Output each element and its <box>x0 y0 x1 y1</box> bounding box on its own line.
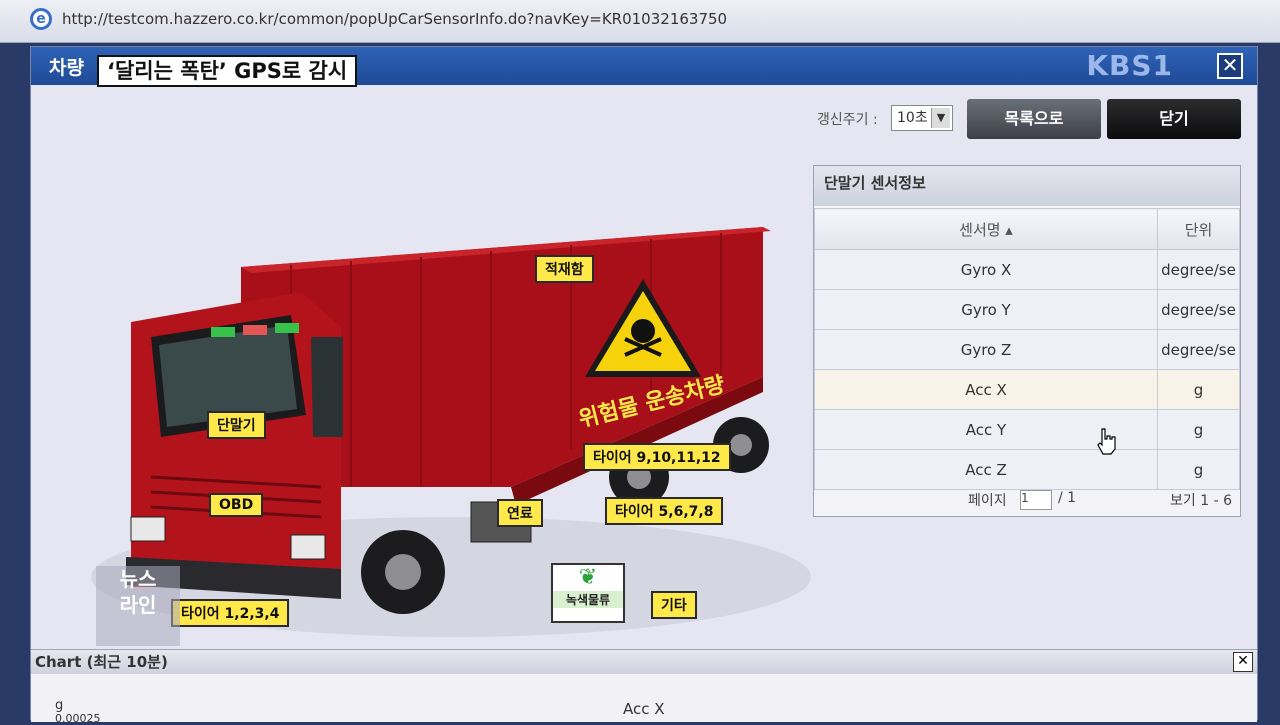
table-row[interactable]: Gyro Zdegree/se <box>814 329 1240 370</box>
label-cargo[interactable]: 적재함 <box>535 255 594 283</box>
truck-graphic: 위험물 운송차량 <box>91 227 811 637</box>
refresh-interval-select[interactable]: 10초 ▼ <box>891 105 953 131</box>
table-row[interactable]: Acc Xg <box>814 369 1240 410</box>
label-other[interactable]: 기타 <box>651 591 697 619</box>
label-tire-5-8[interactable]: 타이어 5,6,7,8 <box>605 497 724 525</box>
table-row[interactable]: Gyro Ydegree/se <box>814 289 1240 330</box>
sensor-table: 센서명 ▴ 단위 Gyro Xdegree/se Gyro Ydegree/se… <box>814 208 1240 490</box>
sensor-unit: degree/se <box>1157 249 1240 290</box>
news-watermark: 뉴스 라인 <box>96 566 180 646</box>
view-range: 보기 1 - 6 <box>1170 493 1232 509</box>
label-tire-9-12[interactable]: 타이어 9,10,11,12 <box>583 443 731 471</box>
watermark-line2: 라인 <box>119 593 157 617</box>
watermark-line1: 뉴스 <box>119 567 157 591</box>
close-button[interactable]: 닫기 <box>1107 99 1241 139</box>
chart-y-unit: g <box>55 698 64 713</box>
sensor-unit: g <box>1157 409 1240 450</box>
hand-cursor-icon <box>1095 427 1117 459</box>
refresh-interval-label: 갱신주기 : <box>817 112 878 128</box>
chart-title: Acc X <box>623 700 665 718</box>
sensor-unit: g <box>1157 369 1240 410</box>
url-field[interactable]: http://testcom.hazzero.co.kr/common/popU… <box>62 10 727 28</box>
chart-close-button[interactable]: ✕ <box>1233 652 1253 672</box>
browser-address-bar: e http://testcom.hazzero.co.kr/common/po… <box>0 0 1280 43</box>
sensor-name: Gyro Z <box>814 329 1158 370</box>
page-label: 페이지 <box>968 493 1007 509</box>
table-pager: 페이지 1 / 1 보기 1 - 6 <box>814 482 1240 516</box>
label-terminal[interactable]: 단말기 <box>207 411 266 439</box>
sensor-info-panel: 단말기 센서정보 센서명 ▴ 단위 Gyro Xdegree/se Gyro Y… <box>813 165 1241 517</box>
label-tire-1-4[interactable]: 타이어 1,2,3,4 <box>171 599 290 627</box>
window-close-button[interactable]: ✕ <box>1217 53 1243 79</box>
page-total: / 1 <box>1058 490 1077 506</box>
sensor-panel-title: 단말기 센서정보 <box>814 166 1240 206</box>
green-logistics-button[interactable]: ❦ 녹색물류 <box>551 563 625 623</box>
green-logistics-label: 녹색물류 <box>553 591 623 608</box>
chart-y-tick: 0.00025 <box>55 712 101 725</box>
popup-window: 차량 ‘달리는 폭탄’ GPS로 감시 KBS1 ✕ 갱신주기 : 10초 ▼ … <box>30 46 1258 725</box>
page-input[interactable]: 1 <box>1020 490 1052 510</box>
table-row[interactable]: Acc Yg <box>814 409 1240 450</box>
refresh-interval-value: 10초 <box>897 110 928 126</box>
sensor-unit: degree/se <box>1157 289 1240 330</box>
sensor-name: Acc X <box>814 369 1158 410</box>
window-title: 차량 <box>49 57 84 79</box>
ie-browser-icon: e <box>30 8 52 30</box>
label-fuel[interactable]: 연료 <box>497 499 543 527</box>
sprout-icon: ❦ <box>578 565 598 590</box>
column-header-sensor-name[interactable]: 센서명 ▴ <box>814 208 1158 250</box>
sensor-name: Gyro X <box>814 249 1158 290</box>
chart-panel-title: Chart (최근 10분) <box>31 650 1257 674</box>
table-row[interactable]: Gyro Xdegree/se <box>814 249 1240 290</box>
truck-illustration: 위험물 운송차량 적재함 단말기 타이어 9,10,11,12 OBD 연료 타… <box>91 187 811 657</box>
news-caption: ‘달리는 폭탄’ GPS로 감시 <box>97 55 358 87</box>
chevron-down-icon[interactable]: ▼ <box>931 108 950 128</box>
window-titlebar: 차량 ‘달리는 폭탄’ GPS로 감시 KBS1 ✕ <box>31 47 1257 87</box>
back-to-list-button[interactable]: 목록으로 <box>967 99 1101 139</box>
broadcaster-logo: KBS1 <box>1086 49 1173 82</box>
sensor-name: Gyro Y <box>814 289 1158 330</box>
column-header-unit[interactable]: 단위 <box>1157 208 1240 250</box>
label-obd[interactable]: OBD <box>209 493 264 517</box>
chart-panel: Chart (최근 10분) ✕ g 0.00025 Acc X <box>31 649 1257 725</box>
sensor-unit: degree/se <box>1157 329 1240 370</box>
